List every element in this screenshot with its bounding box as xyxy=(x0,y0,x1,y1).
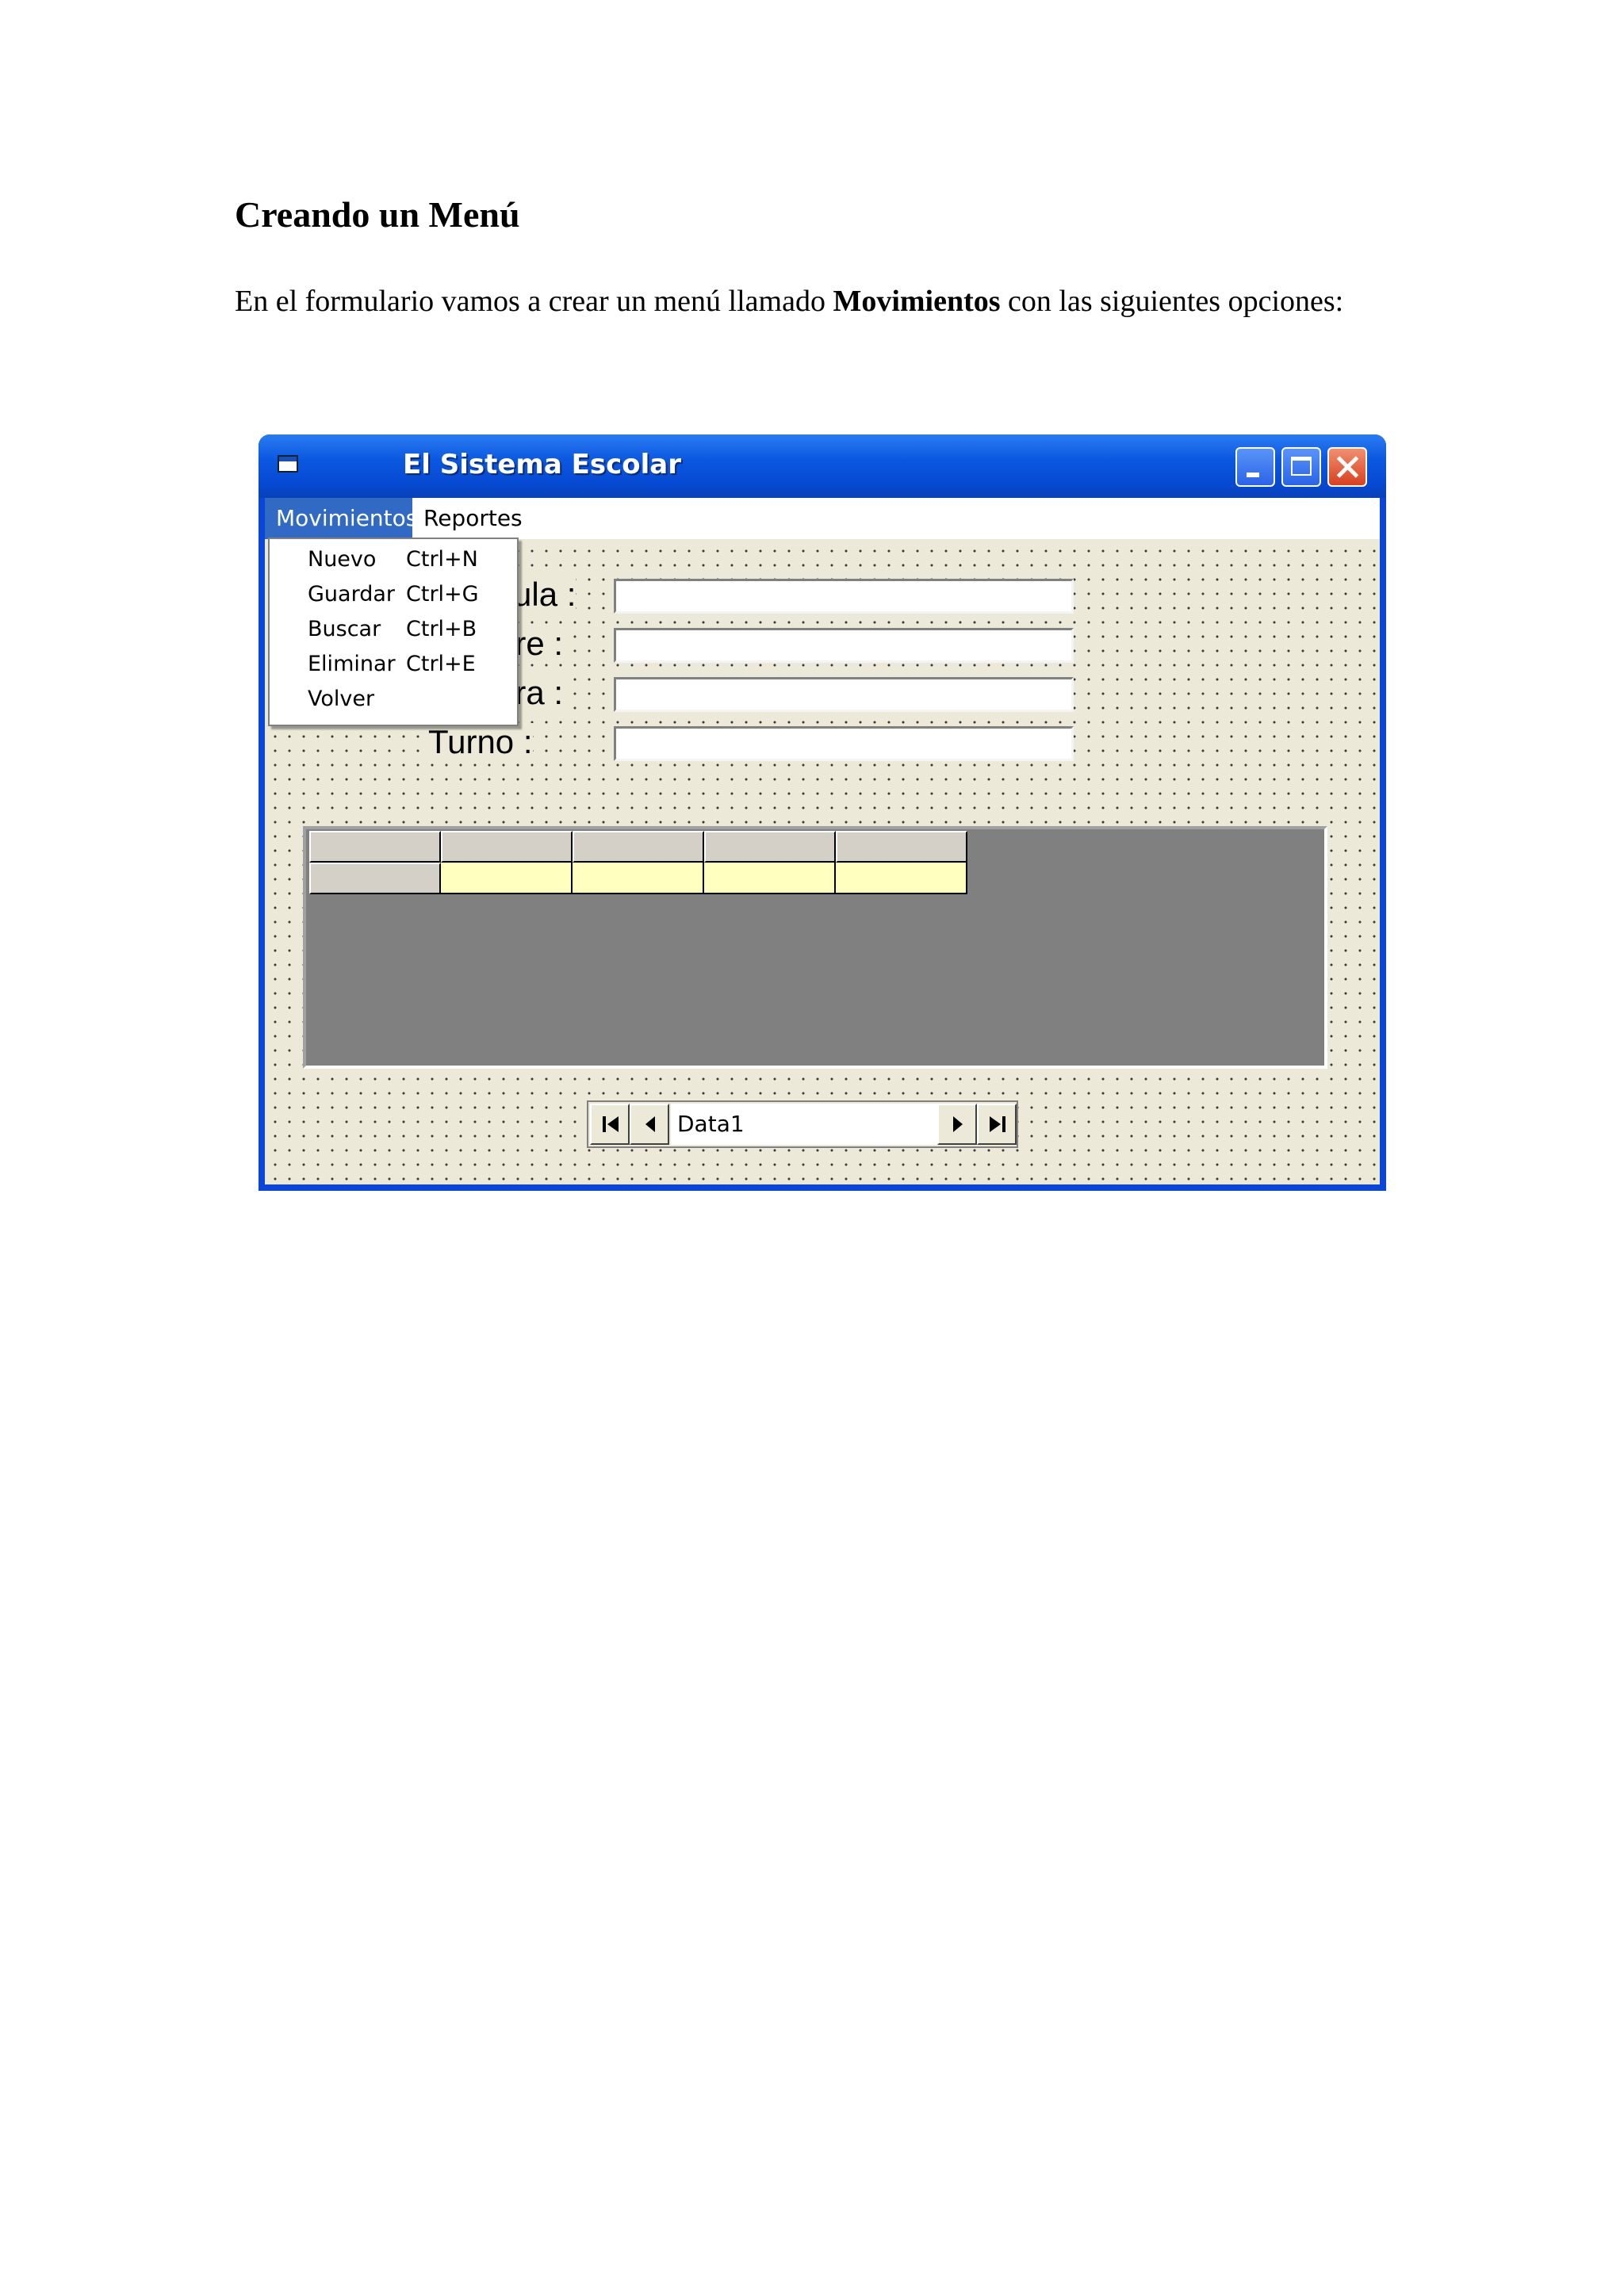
turno-input[interactable] xyxy=(614,726,1074,761)
data-control-caption: Data1 xyxy=(671,1104,937,1145)
label-turno: Turno : xyxy=(428,723,533,761)
grid-cell[interactable] xyxy=(836,863,967,894)
form-window-icon[interactable] xyxy=(278,455,298,473)
grid-corner-cell xyxy=(309,831,441,863)
intro-text-start: En el formulario vamos a crear un menú l… xyxy=(235,285,833,318)
title-bar[interactable]: El Sistema Escolar xyxy=(259,434,1386,498)
page-heading: Creando un Menú xyxy=(235,194,520,235)
grid-column-header[interactable] xyxy=(836,831,967,863)
close-icon[interactable] xyxy=(1327,447,1367,487)
menu-item-guardar[interactable]: Guardar Ctrl+G xyxy=(270,577,517,612)
menu-item-label: Eliminar xyxy=(308,652,396,676)
menu-item-eliminar[interactable]: Eliminar Ctrl+E xyxy=(270,647,517,682)
next-record-icon[interactable] xyxy=(937,1104,977,1145)
menu-item-shortcut: Ctrl+E xyxy=(406,652,476,676)
previous-record-icon[interactable] xyxy=(630,1104,669,1145)
intro-text-end: con las siguientes opciones: xyxy=(1000,285,1344,318)
menu-item-volver[interactable]: Volver xyxy=(270,682,517,717)
window-title: El Sistema Escolar xyxy=(403,449,681,480)
menu-item-label: Volver xyxy=(308,687,375,711)
grid-cell[interactable] xyxy=(704,863,836,894)
grid-cell[interactable] xyxy=(441,863,573,894)
menu-item-shortcut: Ctrl+B xyxy=(406,617,477,641)
menu-item-shortcut: Ctrl+N xyxy=(406,547,478,572)
last-record-icon[interactable] xyxy=(977,1104,1017,1145)
menu-item-label: Guardar xyxy=(308,582,395,607)
menu-item-label: Nuevo xyxy=(308,547,377,572)
carrera-input[interactable] xyxy=(614,677,1074,712)
menu-item-buscar[interactable]: Buscar Ctrl+B xyxy=(270,612,517,647)
first-record-icon[interactable] xyxy=(590,1104,630,1145)
menu-movimientos[interactable]: Movimientos xyxy=(265,498,417,539)
grid-column-header[interactable] xyxy=(704,831,836,863)
minimize-icon[interactable] xyxy=(1235,447,1275,487)
grid-column-header[interactable] xyxy=(441,831,573,863)
movimientos-dropdown-menu: Nuevo Ctrl+N Guardar Ctrl+G Buscar Ctrl+… xyxy=(268,538,519,726)
data-control: Data1 xyxy=(587,1100,1018,1148)
maximize-icon[interactable] xyxy=(1281,447,1321,487)
grid-column-header[interactable] xyxy=(573,831,704,863)
matricula-input[interactable] xyxy=(614,579,1074,614)
menu-item-shortcut: Ctrl+G xyxy=(406,582,479,607)
grid-cell[interactable] xyxy=(573,863,704,894)
menu-bar: Movimientos Reportes xyxy=(265,498,1380,539)
menu-item-label: Buscar xyxy=(308,617,381,641)
intro-menu-name: Movimientos xyxy=(833,285,1001,318)
menu-item-nuevo[interactable]: Nuevo Ctrl+N xyxy=(270,542,517,577)
data-grid[interactable] xyxy=(303,826,1327,1069)
nombre-input[interactable] xyxy=(614,628,1074,663)
intro-paragraph: En el formulario vamos a crear un menú l… xyxy=(235,282,1392,320)
grid-row-header[interactable] xyxy=(309,863,441,894)
menu-reportes[interactable]: Reportes xyxy=(412,498,523,539)
